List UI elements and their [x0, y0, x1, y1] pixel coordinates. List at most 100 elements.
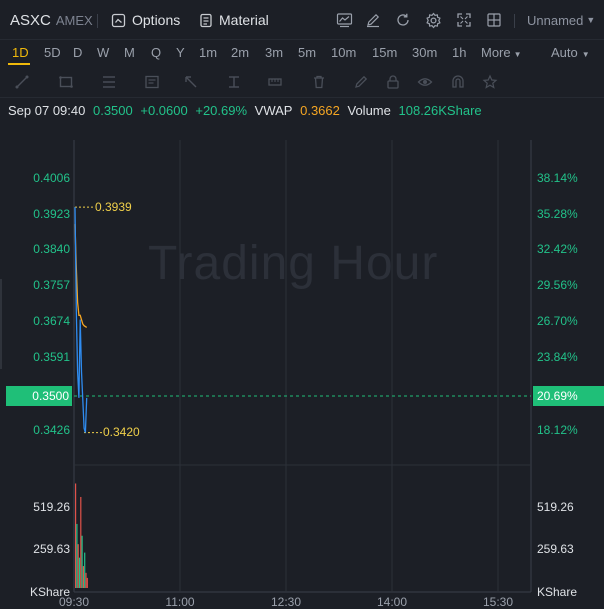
chevron-down-icon: ▼ — [581, 50, 590, 59]
quote-change: +0.0600 — [140, 103, 188, 118]
session-watermark: Trading Hour — [148, 237, 439, 290]
text-note-icon[interactable] — [144, 74, 160, 90]
volume-bar — [82, 566, 84, 588]
time-axis-label: 09:30 — [58, 595, 90, 609]
interval-1m[interactable]: 1m — [199, 40, 217, 66]
interval-w[interactable]: W — [97, 40, 109, 66]
current-percent-tag: 20.69% — [533, 386, 604, 406]
fullscreen-icon — [457, 13, 471, 27]
percent-axis-label: 18.12% — [537, 423, 578, 437]
chart-grid — [73, 140, 532, 593]
chart-indicator-icon — [336, 13, 352, 28]
percent-axis-label: 26.70% — [537, 314, 578, 328]
quote-datetime: Sep 07 09:40 — [8, 103, 86, 118]
vwap-line — [74, 224, 88, 329]
pencil-icon[interactable] — [353, 74, 369, 90]
interval-5m[interactable]: 5m — [298, 40, 316, 66]
volume-axis-label: 259.63 — [537, 542, 574, 556]
options-label: Options — [132, 12, 181, 28]
interval-y[interactable]: Y — [176, 40, 185, 66]
volume-bar — [78, 557, 81, 588]
chart-series — [74, 207, 88, 433]
refresh-icon — [397, 13, 409, 26]
interval-2m[interactable]: 2m — [231, 40, 249, 66]
rectangle-icon[interactable] — [58, 74, 74, 90]
drawing-toolbar — [0, 66, 604, 98]
refresh-button[interactable] — [393, 10, 413, 30]
chevron-down-icon: ▼ — [586, 15, 596, 25]
fullscreen-button[interactable] — [454, 10, 474, 30]
chart-app: ASXC AMEX Options Material Unnamed ▼ 1D … — [0, 0, 604, 609]
current-price-tag: 0.3500 — [6, 386, 72, 406]
toolbar-divider — [97, 14, 98, 28]
volume-unit-label: KShare — [537, 585, 578, 599]
layout-name-dropdown[interactable]: Unnamed ▼ — [527, 0, 595, 40]
material-button[interactable]: Material — [199, 0, 269, 40]
favorites-icon[interactable] — [482, 74, 498, 90]
high-price-callout: 0.3939 — [95, 200, 132, 214]
low-price-callout: 0.3420 — [103, 425, 140, 439]
draw-button[interactable] — [363, 10, 383, 30]
time-axis-label: 12:30 — [270, 595, 302, 609]
vwap-value: 0.3662 — [300, 103, 340, 118]
time-axis-label: 11:00 — [165, 595, 195, 609]
time-axis-label: 14:00 — [376, 595, 408, 609]
vwap-label: VWAP — [254, 103, 293, 118]
quote-info-line: Sep 07 09:40 0.3500 +0.0600 +20.69% VWAP… — [8, 103, 486, 121]
percent-axis-label: 38.14% — [537, 171, 578, 185]
more-intervals-dropdown[interactable]: More ▼ — [481, 40, 522, 66]
interval-30m[interactable]: 30m — [412, 40, 437, 66]
magnet-icon[interactable] — [450, 74, 466, 90]
interval-m[interactable]: M — [124, 40, 135, 66]
price-axis-label: 0.3674 — [33, 314, 70, 328]
interval-5d[interactable]: 5D — [44, 40, 61, 66]
arrow-icon[interactable] — [183, 74, 199, 90]
price-range-icon[interactable] — [226, 74, 242, 90]
price-axis-label: 0.4006 — [33, 171, 70, 185]
time-axis-label: 15:30 — [482, 595, 514, 609]
volume-bar — [85, 572, 87, 588]
volume-bar — [81, 535, 83, 588]
lock-icon[interactable] — [385, 74, 401, 90]
quote-price: 0.3500 — [92, 103, 133, 118]
options-icon — [111, 13, 126, 27]
layout-grid-icon — [487, 13, 501, 27]
indicator-button[interactable] — [334, 10, 354, 30]
top-toolbar: ASXC AMEX Options Material Unnamed ▼ — [0, 0, 604, 40]
interval-q[interactable]: Q — [151, 40, 161, 66]
auto-scale-dropdown[interactable]: Auto ▼ — [551, 40, 590, 66]
gear-icon — [425, 12, 441, 28]
layout-name-label: Unnamed — [527, 12, 584, 28]
interval-d[interactable]: D — [73, 40, 82, 66]
volume-bar — [84, 552, 86, 588]
percent-axis-label: 29.56% — [537, 278, 578, 292]
interval-10m[interactable]: 10m — [331, 40, 356, 66]
price-axis-label: 0.3757 — [33, 278, 70, 292]
price-axis-label: 0.3426 — [33, 423, 70, 437]
settings-button[interactable] — [423, 10, 443, 30]
price-axis-label: 0.3591 — [33, 350, 70, 364]
volume-axis-label: 259.63 — [33, 542, 70, 556]
interval-15m[interactable]: 15m — [372, 40, 397, 66]
volume-bar — [75, 483, 77, 588]
eye-icon[interactable] — [417, 74, 433, 90]
active-interval-underline — [8, 63, 30, 65]
volume-axis-label: 519.26 — [537, 500, 574, 514]
options-button[interactable]: Options — [111, 0, 180, 40]
price-axis-label: 0.3923 — [33, 207, 70, 221]
ruler-icon[interactable] — [267, 74, 283, 90]
fib-icon[interactable] — [101, 74, 117, 90]
interval-3m[interactable]: 3m — [265, 40, 283, 66]
interval-1h[interactable]: 1h — [452, 40, 466, 66]
volume-axis-label: 519.26 — [33, 500, 70, 514]
volume-bars — [75, 483, 88, 588]
layout-button[interactable] — [484, 10, 504, 30]
symbol-selector[interactable]: ASXC AMEX — [10, 0, 93, 40]
delete-icon[interactable] — [311, 74, 327, 90]
auto-label: Auto — [551, 45, 578, 60]
volume-bar — [76, 523, 78, 588]
percent-axis-label: 23.84% — [537, 350, 578, 364]
trend-line-icon[interactable] — [14, 74, 30, 90]
volume-value: 108.26KShare — [398, 103, 482, 118]
volume-label: Volume — [347, 103, 391, 118]
